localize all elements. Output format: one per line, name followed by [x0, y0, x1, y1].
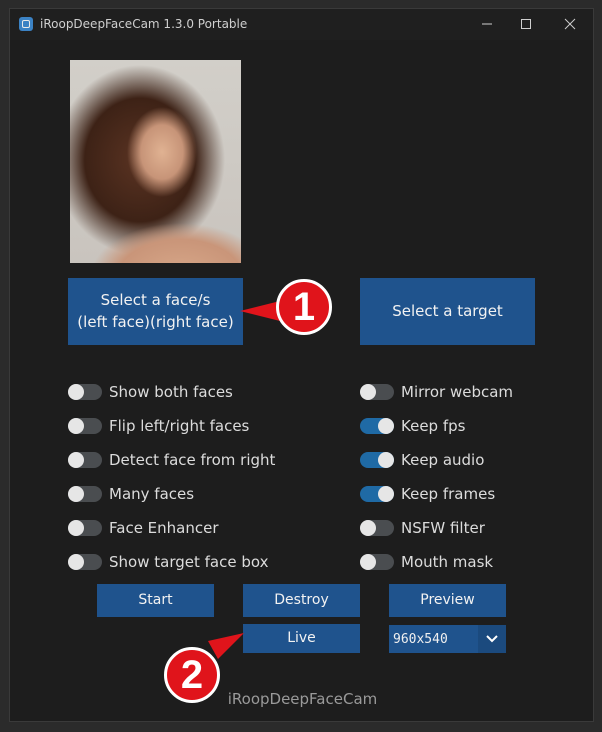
select-face-button[interactable]: Select a face/s (left face)(right face) — [68, 278, 243, 345]
toggle-nsfw-filter[interactable]: NSFW filter — [360, 518, 485, 538]
resolution-select[interactable]: 960x540 — [389, 625, 506, 653]
switch-mouth-mask[interactable] — [360, 554, 394, 570]
toggle-flip-faces[interactable]: Flip left/right faces — [68, 416, 249, 436]
switch-show-target-face-box[interactable] — [68, 554, 102, 570]
app-icon — [19, 17, 33, 31]
switch-detect-face-right[interactable] — [68, 452, 102, 468]
toggle-show-target-face-box[interactable]: Show target face box — [68, 552, 268, 572]
annotation-badge-1: 1 — [276, 279, 332, 335]
label-detect-face-right: Detect face from right — [109, 451, 276, 469]
label-face-enhancer: Face Enhancer — [109, 519, 219, 537]
label-flip-faces: Flip left/right faces — [109, 417, 250, 435]
label-keep-fps: Keep fps — [401, 417, 466, 435]
toggle-mouth-mask[interactable]: Mouth mask — [360, 552, 493, 572]
app-window: iRoopDeepFaceCam 1.3.0 Portable Select a… — [9, 8, 594, 722]
label-nsfw-filter: NSFW filter — [401, 519, 485, 537]
footer-app-name: iRoopDeepFaceCam — [227, 690, 378, 708]
resolution-dropdown-button[interactable] — [478, 625, 506, 653]
toggle-keep-fps[interactable]: Keep fps — [360, 416, 465, 436]
switch-many-faces[interactable] — [68, 486, 102, 502]
minimize-button[interactable] — [470, 13, 504, 35]
chevron-down-icon — [486, 635, 498, 643]
source-face-image — [70, 60, 241, 263]
annotation-pointer-2 — [208, 633, 244, 659]
label-mouth-mask: Mouth mask — [401, 553, 494, 571]
toggle-keep-frames[interactable]: Keep frames — [360, 484, 495, 504]
start-button[interactable]: Start — [97, 584, 214, 617]
annotation-badge-2: 2 — [164, 647, 220, 703]
switch-flip-faces[interactable] — [68, 418, 102, 434]
toggle-detect-face-right[interactable]: Detect face from right — [68, 450, 275, 470]
toggle-face-enhancer[interactable]: Face Enhancer — [68, 518, 219, 538]
switch-keep-frames[interactable] — [360, 486, 394, 502]
destroy-button[interactable]: Destroy — [243, 584, 360, 617]
minimize-icon — [482, 23, 492, 25]
close-button[interactable] — [553, 13, 587, 35]
toggle-mirror-webcam[interactable]: Mirror webcam — [360, 382, 513, 402]
switch-keep-fps[interactable] — [360, 418, 394, 434]
switch-mirror-webcam[interactable] — [360, 384, 394, 400]
toggle-many-faces[interactable]: Many faces — [68, 484, 194, 504]
toggle-show-both-faces[interactable]: Show both faces — [68, 382, 233, 402]
annotation-pointer-1 — [240, 301, 280, 321]
switch-nsfw-filter[interactable] — [360, 520, 394, 536]
select-face-label-line1: Select a face/s — [100, 290, 211, 309]
switch-keep-audio[interactable] — [360, 452, 394, 468]
label-keep-frames: Keep frames — [401, 485, 496, 503]
select-face-label-line2: (left face)(right face) — [77, 312, 234, 331]
title-bar: iRoopDeepFaceCam 1.3.0 Portable — [10, 9, 593, 40]
toggle-keep-audio[interactable]: Keep audio — [360, 450, 484, 470]
label-keep-audio: Keep audio — [401, 451, 485, 469]
live-button[interactable]: Live — [243, 624, 360, 653]
switch-show-both-faces[interactable] — [68, 384, 102, 400]
maximize-icon — [521, 19, 531, 29]
switch-face-enhancer[interactable] — [68, 520, 102, 536]
preview-button[interactable]: Preview — [389, 584, 506, 617]
label-mirror-webcam: Mirror webcam — [401, 383, 514, 401]
label-many-faces: Many faces — [109, 485, 195, 503]
select-target-button[interactable]: Select a target — [360, 278, 535, 345]
resolution-value: 960x540 — [393, 632, 448, 647]
label-show-target-face-box: Show target face box — [109, 553, 269, 571]
window-title: iRoopDeepFaceCam 1.3.0 Portable — [40, 17, 248, 31]
label-show-both-faces: Show both faces — [109, 383, 233, 401]
maximize-button[interactable] — [509, 13, 543, 35]
close-icon — [564, 18, 576, 30]
